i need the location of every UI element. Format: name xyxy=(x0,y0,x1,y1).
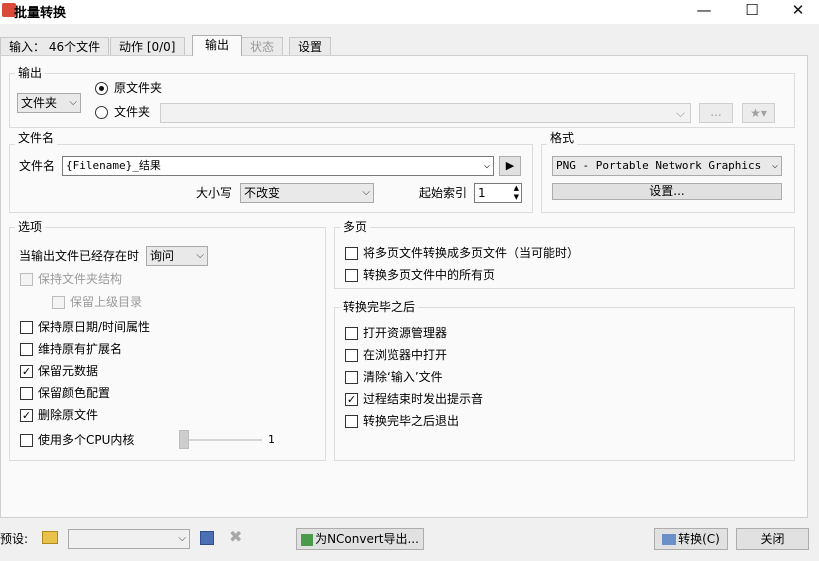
format-group xyxy=(541,144,795,213)
nconvert-icon xyxy=(301,533,314,546)
clear-input-checkbox[interactable] xyxy=(345,371,358,384)
insert-token-button[interactable]: ▶ xyxy=(499,156,521,176)
radio-folder-label: 文件夹 xyxy=(114,105,151,119)
open-explorer-label: 打开资源管理器 xyxy=(363,326,448,340)
keep-parent-checkbox[interactable] xyxy=(52,296,65,309)
exit-after-label: 转换完毕之后退出 xyxy=(363,414,460,428)
preset-select[interactable]: ⌵ xyxy=(68,529,190,549)
radio-source-folder[interactable] xyxy=(95,82,108,95)
format-value: PNG - Portable Network Graphics xyxy=(556,159,762,172)
keep-ext-checkbox[interactable] xyxy=(20,343,33,356)
keep-folder-checkbox[interactable] xyxy=(20,273,33,286)
export-nconvert-button[interactable]: 为NConvert导出... xyxy=(296,528,424,550)
open-browser-checkbox[interactable] xyxy=(345,349,358,362)
case-label: 大小写 xyxy=(196,186,233,200)
title-bar: 批量转换 — ☐ ✕ xyxy=(0,0,819,24)
radio-source-folder-label: 原文件夹 xyxy=(114,81,163,95)
start-index-label: 起始索引 xyxy=(419,186,468,200)
spinner-arrows-icon[interactable]: ▲ ▼ xyxy=(514,184,519,202)
options-group-label: 选项 xyxy=(15,220,46,234)
format-select[interactable]: PNG - Portable Network Graphics ⌵ xyxy=(552,156,782,176)
file-exists-label: 当输出文件已经存在时 xyxy=(19,249,140,263)
convert-button[interactable]: 转换(C) xyxy=(654,528,728,550)
filename-input[interactable]: {Filename}_结果 ⌵ xyxy=(62,156,494,176)
cpu-count: 1 xyxy=(268,433,275,446)
delete-original-label: 删除原文件 xyxy=(38,408,99,422)
tab-settings[interactable]: 设置 xyxy=(289,37,332,56)
window-title: 批量转换 xyxy=(14,6,67,21)
beep-label: 过程结束时发出提示音 xyxy=(363,392,484,406)
delete-original-checkbox[interactable]: ✓ xyxy=(20,409,33,422)
delete-preset-icon[interactable]: ✖ xyxy=(229,529,242,545)
convert-label: 转换(C) xyxy=(678,532,720,546)
chevron-down-icon: ⌵ xyxy=(483,160,490,171)
keep-metadata-label: 保留元数据 xyxy=(38,364,99,378)
save-preset-icon[interactable] xyxy=(200,531,214,545)
tab-input[interactable]: 输入： 46个文件 xyxy=(0,37,110,56)
clear-input-label: 清除‘输入’文件 xyxy=(363,370,443,384)
close-icon[interactable]: ✕ xyxy=(775,0,819,24)
keep-folder-label: 保持文件夹结构 xyxy=(38,272,123,286)
chevron-down-icon: ⌵ xyxy=(69,97,77,108)
multipage-group-label: 多页 xyxy=(340,220,371,234)
maximize-icon[interactable]: ☐ xyxy=(729,0,775,24)
filename-label: 文件名 xyxy=(19,159,56,173)
radio-folder[interactable] xyxy=(95,106,108,119)
chevron-down-icon: ⌵ xyxy=(196,250,204,261)
chevron-down-icon: ⌵ xyxy=(771,160,778,171)
to-multipage-checkbox[interactable] xyxy=(345,247,358,260)
open-browser-label: 在浏览器中打开 xyxy=(363,348,448,362)
chevron-down-icon: ⌵ xyxy=(362,187,370,198)
browse-folder-button[interactable]: ... xyxy=(699,103,733,123)
keep-color-profile-label: 保留颜色配置 xyxy=(38,386,111,400)
chevron-down-icon: ⌵ xyxy=(676,106,686,120)
tab-status[interactable]: 状态 xyxy=(241,37,284,56)
dest-type-select[interactable]: 文件夹 ⌵ xyxy=(17,93,81,113)
export-nconvert-label: 为NConvert导出... xyxy=(315,532,419,546)
cpu-slider-thumb[interactable] xyxy=(179,430,189,449)
keep-parent-label: 保留上级目录 xyxy=(70,295,143,309)
keep-ext-label: 维持原有扩展名 xyxy=(38,342,123,356)
minimize-icon[interactable]: — xyxy=(681,0,727,24)
multi-cpu-checkbox[interactable] xyxy=(20,434,33,447)
file-exists-select[interactable]: 询问 ⌵ xyxy=(146,246,208,266)
keep-date-checkbox[interactable] xyxy=(20,321,33,334)
format-group-label: 格式 xyxy=(547,131,578,145)
tab-output[interactable]: 输出 xyxy=(192,35,242,56)
exit-after-checkbox[interactable] xyxy=(345,415,358,428)
dest-type-value: 文件夹 xyxy=(21,96,58,110)
to-multipage-label: 将多页文件转换成多页文件（当可能时） xyxy=(363,246,580,260)
convert-icon xyxy=(662,534,677,545)
all-pages-checkbox[interactable] xyxy=(345,269,358,282)
cpu-slider-track[interactable] xyxy=(182,439,262,441)
all-pages-label: 转换多页文件中的所有页 xyxy=(363,268,496,282)
folder-open-icon[interactable] xyxy=(42,531,58,544)
close-button[interactable]: 关闭 xyxy=(736,528,809,550)
keep-date-label: 保持原日期/时间属性 xyxy=(38,320,151,334)
preset-label: 预设: xyxy=(0,532,29,546)
output-group-label: 输出 xyxy=(15,66,46,80)
start-index-spinner[interactable]: 1 ▲ ▼ xyxy=(474,183,522,203)
tab-actions[interactable]: 动作 [0/0] xyxy=(110,37,185,56)
beep-checkbox[interactable]: ✓ xyxy=(345,393,358,406)
case-select[interactable]: 不改变 ⌵ xyxy=(240,183,374,203)
multi-cpu-label: 使用多个CPU内核 xyxy=(38,433,135,447)
filename-group-label: 文件名 xyxy=(15,131,58,145)
keep-metadata-checkbox[interactable]: ✓ xyxy=(20,365,33,378)
open-explorer-checkbox[interactable] xyxy=(345,327,358,340)
format-settings-button[interactable]: 设置... xyxy=(552,183,782,200)
chevron-down-icon: ⌵ xyxy=(178,533,186,544)
start-index-value: 1 xyxy=(478,186,486,200)
file-exists-value: 询问 xyxy=(150,249,175,263)
keep-color-profile-checkbox[interactable] xyxy=(20,387,33,400)
favorites-button[interactable]: ★▾ xyxy=(742,103,775,123)
after-conversion-group-label: 转换完毕之后 xyxy=(340,300,419,314)
case-value: 不改变 xyxy=(244,186,281,200)
folder-path-input[interactable] xyxy=(160,103,691,123)
filename-value: {Filename}_结果 xyxy=(66,159,161,172)
